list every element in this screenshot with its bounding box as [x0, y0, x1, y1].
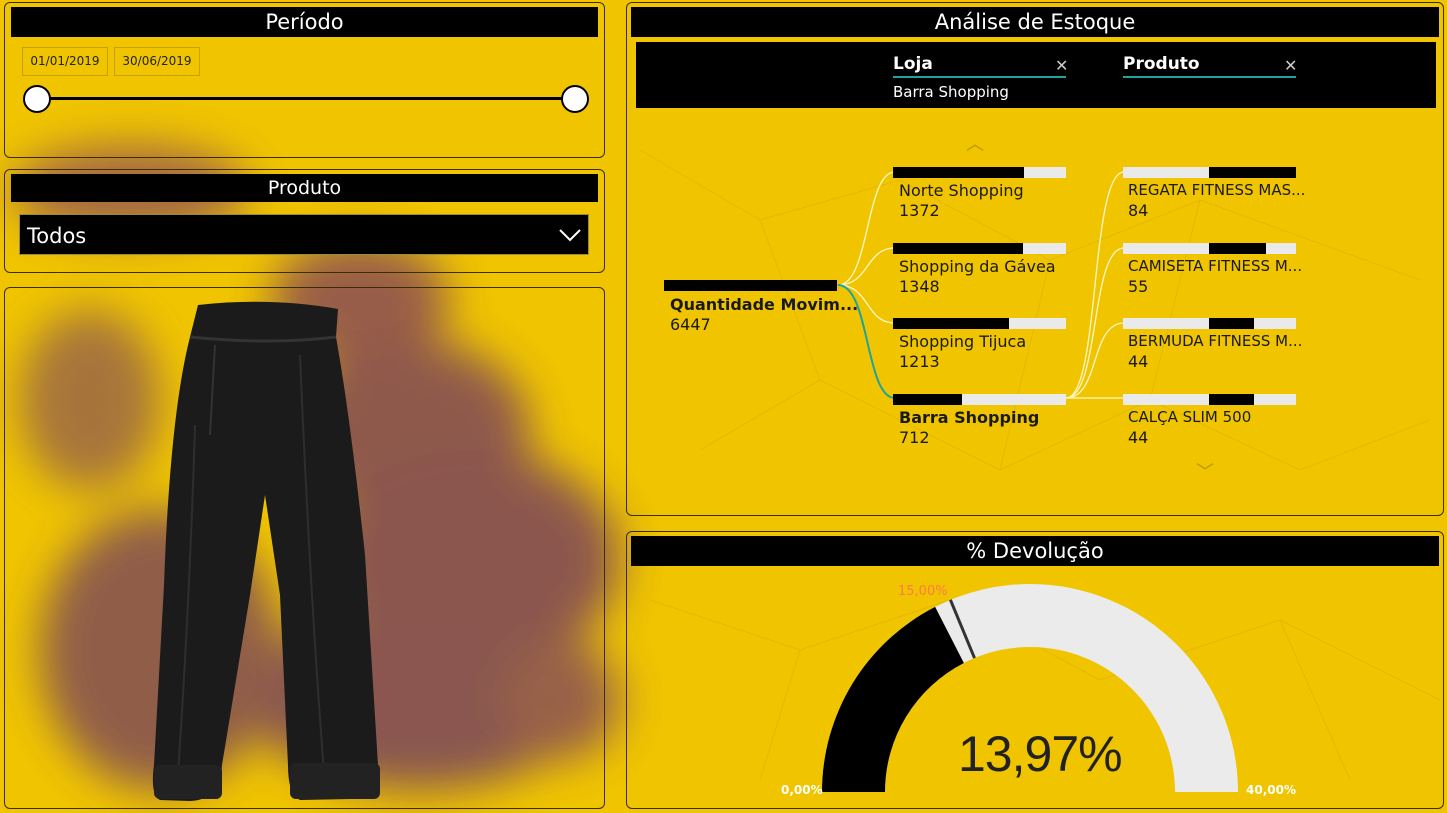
produto-node-bar[interactable]	[1123, 167, 1296, 178]
loja-node-bar[interactable]	[893, 318, 1066, 329]
produto-node-value: 55	[1128, 277, 1149, 296]
produto-node-fill	[1209, 394, 1254, 405]
produto-node-bar[interactable]	[1123, 394, 1296, 405]
loja-node-label: Shopping Tijuca	[899, 332, 1027, 351]
root-node-fill	[664, 280, 837, 291]
loja-node-label: Barra Shopping	[899, 408, 1040, 427]
produto-node-bar[interactable]	[1123, 318, 1296, 329]
loja-node-label: Shopping da Gávea	[899, 257, 1056, 276]
produto-node-value: 44	[1128, 428, 1149, 447]
produto-node-label: REGATA FITNESS MAS...	[1128, 181, 1306, 199]
produto-node-label: CAMISETA FITNESS M...	[1128, 257, 1303, 275]
produto-node-bar[interactable]	[1123, 243, 1296, 254]
root-node-value: 6447	[670, 315, 711, 334]
produto-node-label: BERMUDA FITNESS M...	[1128, 332, 1303, 350]
loja-node-value: 1213	[899, 352, 940, 371]
produto-node-value: 44	[1128, 352, 1149, 371]
loja-node-bar[interactable]	[893, 167, 1066, 178]
produto-node-fill	[1209, 318, 1254, 329]
loja-node-bar[interactable]	[893, 243, 1066, 254]
gauge-min-label: 0,00%	[781, 783, 823, 797]
root-node-bar[interactable]	[664, 280, 837, 291]
loja-node-bar[interactable]	[893, 394, 1066, 405]
loja-node-fill	[893, 167, 1025, 178]
gauge-value: 13,97%	[958, 726, 1123, 782]
loja-node-fill	[893, 243, 1023, 254]
gauge-max-label: 40,00%	[1246, 783, 1296, 797]
loja-node-label: Norte Shopping	[899, 181, 1024, 200]
loja-node-fill	[893, 394, 963, 405]
gauge-target-label: 15,00%	[898, 584, 948, 599]
loja-node-value: 712	[899, 428, 930, 447]
produto-node-label: CALÇA SLIM 500	[1128, 408, 1252, 426]
produto-node-fill	[1209, 167, 1296, 178]
produto-node-value: 84	[1128, 201, 1149, 220]
root-node-label: Quantidade Movim...	[670, 295, 859, 314]
gauge-fill	[822, 606, 964, 792]
loja-node-fill	[893, 318, 1009, 329]
devolucao-title: % Devolução	[631, 536, 1439, 566]
loja-node-value: 1348	[899, 277, 940, 296]
produto-node-fill	[1209, 243, 1267, 254]
loja-node-value: 1372	[899, 201, 940, 220]
